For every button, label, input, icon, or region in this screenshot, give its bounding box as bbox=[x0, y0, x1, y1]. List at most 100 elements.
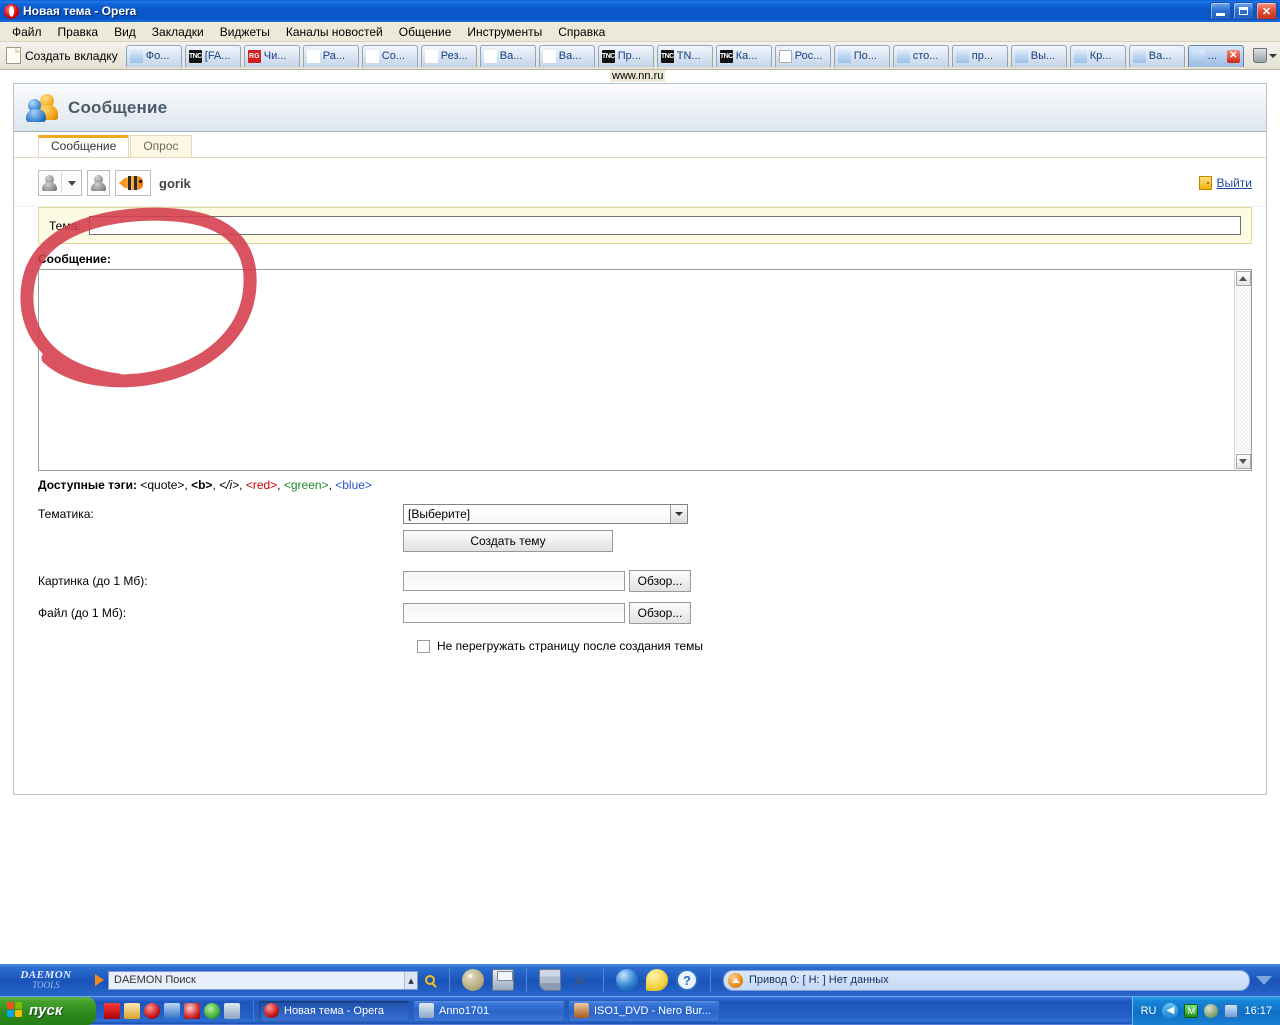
virtual-devices-icon[interactable] bbox=[539, 969, 561, 991]
drive-status-bar[interactable]: Привод 0: [ H: ] Нет данных bbox=[723, 970, 1250, 991]
hh-icon: hh. bbox=[543, 50, 556, 63]
opera-icon[interactable] bbox=[144, 1003, 160, 1019]
file-browse-button[interactable]: Обзор... bbox=[629, 602, 691, 624]
help-icon[interactable]: ? bbox=[676, 969, 698, 991]
winamp-icon[interactable] bbox=[104, 1003, 120, 1019]
form-tab-0[interactable]: Сообщение bbox=[38, 135, 129, 157]
browser-tab-label: Ра... bbox=[323, 50, 345, 62]
browser-tab-17[interactable]: Ва... bbox=[1129, 45, 1185, 67]
user-icon bbox=[41, 174, 58, 192]
icq-icon[interactable] bbox=[204, 1003, 220, 1019]
browser-tab-8[interactable]: TNCПр... bbox=[598, 45, 654, 67]
minimize-button[interactable] bbox=[1210, 2, 1231, 20]
clock[interactable]: 16:17 bbox=[1244, 1005, 1272, 1017]
message-scrollbar[interactable] bbox=[1234, 270, 1251, 470]
browser-tab-18[interactable]: ...✕ bbox=[1188, 45, 1244, 67]
message-label: Сообщение: bbox=[38, 252, 1266, 266]
logout-link[interactable]: Выйти bbox=[1199, 176, 1252, 190]
no-reload-checkbox[interactable] bbox=[417, 640, 430, 653]
browser-tab-1[interactable]: TNC[FA... bbox=[185, 45, 241, 67]
menu-item-7[interactable]: Инструменты bbox=[459, 23, 550, 41]
scroll-down-arrow[interactable] bbox=[1236, 454, 1251, 469]
file-label: Файл (до 1 Мб): bbox=[38, 606, 403, 620]
browser-tab-7[interactable]: hh.Ва... bbox=[539, 45, 595, 67]
browser-tab-label: По... bbox=[854, 50, 877, 62]
browser-tab-12[interactable]: По... bbox=[834, 45, 890, 67]
media-player-icon[interactable] bbox=[184, 1003, 200, 1019]
tag-1: <b> bbox=[191, 478, 212, 492]
menu-item-3[interactable]: Закладки bbox=[144, 23, 212, 41]
browser-tab-4[interactable]: hh.Со... bbox=[362, 45, 418, 67]
volume-icon[interactable] bbox=[1204, 1004, 1218, 1018]
search-spinner-icon[interactable]: ▴ bbox=[404, 972, 417, 989]
tab-close-icon[interactable]: ✕ bbox=[1227, 50, 1240, 63]
menu-item-6[interactable]: Общение bbox=[391, 23, 460, 41]
menu-item-4[interactable]: Виджеты bbox=[212, 23, 278, 41]
network-icon[interactable] bbox=[1224, 1004, 1238, 1018]
magnifier-icon[interactable] bbox=[419, 971, 441, 990]
start-button[interactable]: пуск bbox=[0, 997, 96, 1025]
daemon-expand-arrow-icon[interactable] bbox=[95, 974, 104, 986]
browser-tab-10[interactable]: TNCКа... bbox=[716, 45, 772, 67]
chevron-down-icon[interactable] bbox=[670, 505, 687, 523]
mount-disc-icon[interactable] bbox=[462, 969, 484, 991]
panel-header: Сообщение bbox=[14, 84, 1266, 132]
language-indicator[interactable]: RU bbox=[1141, 1005, 1157, 1017]
card-icon[interactable] bbox=[224, 1003, 240, 1019]
menu-item-8[interactable]: Справка bbox=[550, 23, 613, 41]
browser-tab-11[interactable]: ▤Рос... bbox=[775, 45, 831, 67]
system-tray: RU ◀ М 16:17 bbox=[1132, 997, 1280, 1025]
menu-item-0[interactable]: Файл bbox=[4, 23, 50, 41]
drop-icon[interactable] bbox=[646, 969, 668, 991]
daemon-collapse-icon[interactable] bbox=[1256, 976, 1272, 985]
message-textarea[interactable] bbox=[39, 270, 1234, 470]
menu-item-1[interactable]: Правка bbox=[50, 23, 107, 41]
browser-tab-2[interactable]: RGЧи... bbox=[244, 45, 300, 67]
taskbar-window-1[interactable]: Anno1701 bbox=[413, 1000, 565, 1022]
browser-tab-13[interactable]: сто... bbox=[893, 45, 949, 67]
windows-taskbar: пуск Новая тема - OperaAnno1701ISO1_DVD … bbox=[0, 996, 1280, 1024]
tray-expand-icon[interactable]: ◀ bbox=[1162, 1003, 1178, 1019]
browser-tab-15[interactable]: Вы... bbox=[1011, 45, 1067, 67]
browser-tab-5[interactable]: hh.Рез... bbox=[421, 45, 477, 67]
tab-bar: Создать вкладку Фо...TNC[FA...RGЧи...hh.… bbox=[0, 42, 1280, 70]
browser-tab-16[interactable]: Кр... bbox=[1070, 45, 1126, 67]
browser-tab-label: Фо... bbox=[146, 50, 170, 62]
globe-icon[interactable] bbox=[616, 969, 638, 991]
browser-tab-14[interactable]: пр... bbox=[952, 45, 1008, 67]
hh-icon: hh. bbox=[425, 50, 438, 63]
opera-mail-icon[interactable] bbox=[124, 1003, 140, 1019]
scrollbar-track[interactable] bbox=[1236, 287, 1251, 453]
save-image-icon[interactable] bbox=[492, 969, 514, 991]
picture-browse-button[interactable]: Обзор... bbox=[629, 570, 691, 592]
subject-input[interactable] bbox=[89, 216, 1241, 235]
browser-tab-9[interactable]: TNCTN... bbox=[657, 45, 713, 67]
user-avatar-dropdown[interactable] bbox=[38, 170, 82, 196]
browser-tab-3[interactable]: hh.Ра... bbox=[303, 45, 359, 67]
form-tabs: СообщениеОпрос bbox=[14, 132, 1266, 158]
settings-tools-icon[interactable]: ⚔ bbox=[569, 969, 591, 991]
new-tab-button[interactable]: Создать вкладку bbox=[2, 45, 126, 66]
ie-icon[interactable] bbox=[164, 1003, 180, 1019]
topic-select[interactable]: [Выберите] bbox=[403, 504, 688, 524]
maximize-button[interactable] bbox=[1233, 2, 1254, 20]
daemon-search-input[interactable]: DAEMON Поиск ▴ bbox=[108, 971, 418, 990]
browser-tab-0[interactable]: Фо... bbox=[126, 45, 182, 67]
create-topic-button[interactable]: Создать тему bbox=[403, 530, 613, 552]
close-button[interactable]: ✕ bbox=[1256, 2, 1277, 20]
trash-button[interactable] bbox=[1248, 48, 1278, 63]
windows-flag-icon bbox=[7, 1002, 24, 1019]
picture-file-input[interactable] bbox=[403, 571, 625, 591]
form-tab-1[interactable]: Опрос bbox=[130, 135, 191, 157]
menu-item-2[interactable]: Вид bbox=[106, 23, 144, 41]
game-icon bbox=[419, 1003, 434, 1018]
browser-tab-6[interactable]: hh.Ва... bbox=[480, 45, 536, 67]
user-profile-button[interactable] bbox=[87, 170, 110, 196]
taskbar-window-2[interactable]: ISO1_DVD - Nero Bur... bbox=[568, 1000, 720, 1022]
shield-icon[interactable]: М bbox=[1184, 1004, 1198, 1018]
menu-item-5[interactable]: Каналы новостей bbox=[278, 23, 391, 41]
scroll-up-arrow[interactable] bbox=[1236, 271, 1251, 286]
start-label: пуск bbox=[29, 1002, 62, 1019]
taskbar-window-0[interactable]: Новая тема - Opera bbox=[258, 1000, 410, 1022]
file-file-input[interactable] bbox=[403, 603, 625, 623]
